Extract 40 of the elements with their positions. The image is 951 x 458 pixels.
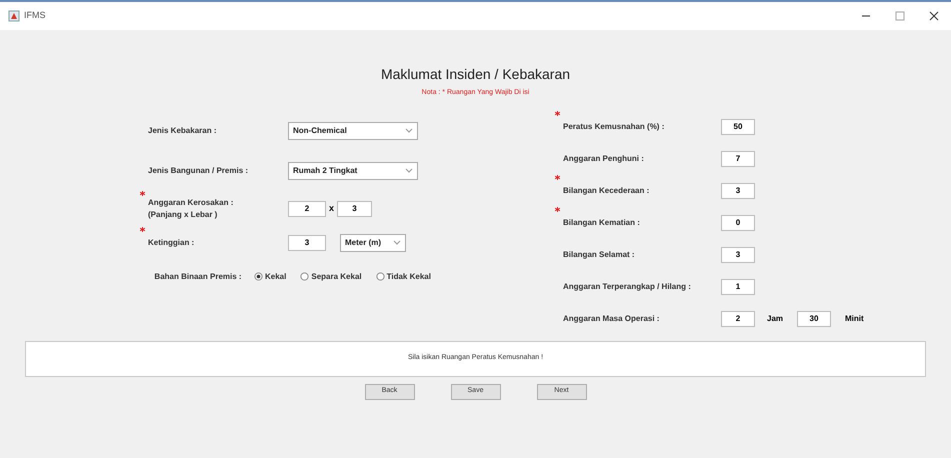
unit-label: Minit [845, 312, 864, 324]
input-field[interactable]: 2 [288, 200, 326, 216]
field-label: Ketinggian : [148, 236, 196, 248]
field-label: Peratus Kemusnahan (%) : [563, 120, 666, 132]
caret-icon [405, 128, 413, 134]
field-label: Bilangan Kematian : [563, 216, 641, 228]
input-field[interactable]: 3 [288, 234, 326, 250]
input-field[interactable]: 50 [721, 118, 755, 134]
form-title: Maklumat Insiden / Kebakaran [380, 65, 570, 84]
field-label: Bilangan Kecederaan : [563, 184, 650, 196]
input-field[interactable]: 3 [721, 182, 755, 198]
input-field[interactable]: 1 [721, 278, 755, 294]
window-title: IFMS [24, 9, 46, 22]
field-label: Jenis Kebakaran : [148, 124, 218, 136]
caret-icon [405, 168, 413, 174]
input-field[interactable]: 2 [721, 310, 755, 326]
dropdown[interactable]: Rumah 2 Tingkat [288, 162, 418, 180]
caret-icon [393, 240, 401, 246]
input-field[interactable]: 30 [797, 310, 831, 326]
input-field[interactable]: 7 [721, 150, 755, 166]
field-label: Anggaran Penghuni : [563, 152, 645, 164]
field-label: Anggaran Masa Operasi : [563, 312, 660, 324]
field-label: Anggaran Kerosakan : [148, 196, 234, 208]
separator-text: x [329, 202, 334, 215]
dropdown[interactable]: Meter (m) [340, 234, 406, 252]
field-label: Bilangan Selamat : [563, 248, 636, 260]
radio-option[interactable]: Kekal [254, 270, 286, 282]
input-field[interactable]: 3 [721, 246, 755, 262]
field-label: Bahan Binaan Premis : [154, 270, 242, 282]
input-field[interactable]: 0 [721, 214, 755, 230]
close-icon[interactable] [929, 11, 939, 21]
app-icon [8, 10, 20, 22]
field-label: (Panjang x Lebar ) [148, 208, 218, 220]
input-field[interactable]: 3 [337, 200, 372, 216]
radio-option[interactable]: Tidak Kekal [376, 270, 431, 282]
field-label: Anggaran Terperangkap / Hilang : [563, 280, 692, 292]
field-label: Jenis Bangunan / Premis : [148, 164, 250, 176]
dropdown[interactable]: Non-Chemical [288, 122, 418, 140]
radio-option[interactable]: Separa Kekal [300, 270, 362, 282]
unit-label: Jam [767, 312, 784, 324]
